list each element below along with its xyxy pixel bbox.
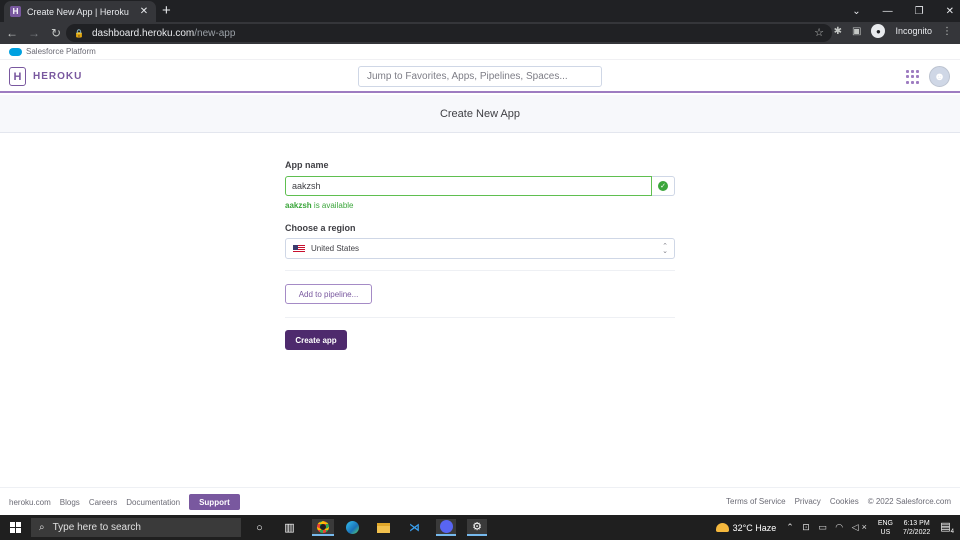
salesforce-cloud-icon <box>9 47 22 56</box>
tray-icons[interactable]: ⌃ ⊡ ▭ ◠ ◁× <box>786 522 870 533</box>
discord-icon[interactable] <box>436 519 456 536</box>
settings-gear-icon[interactable]: ⚙ <box>467 519 487 536</box>
haze-weather-icon <box>715 523 729 532</box>
divider <box>285 270 675 271</box>
page-title: Create New App <box>439 107 521 120</box>
back-icon[interactable]: ← <box>2 26 22 40</box>
forward-icon[interactable]: → <box>24 26 44 40</box>
vscode-icon[interactable]: ⋊ <box>406 519 423 536</box>
apps-grid-icon[interactable] <box>906 70 920 84</box>
minimize-icon[interactable]: — <box>883 6 893 17</box>
app-name-input[interactable] <box>285 176 652 196</box>
footer-link-careers[interactable]: Careers <box>89 498 117 507</box>
footer-link-cookies[interactable]: Cookies <box>830 497 859 506</box>
url-path: /new-app <box>194 27 236 39</box>
user-avatar[interactable]: ☻ <box>929 66 950 87</box>
url-host: dashboard.heroku.com <box>91 27 195 39</box>
footer-link-privacy[interactable]: Privacy <box>795 497 821 506</box>
footer-left-links: heroku.com Blogs Careers Documentation S… <box>9 494 240 510</box>
incognito-label[interactable]: Incognito <box>895 26 932 36</box>
windows-start-icon[interactable] <box>10 522 21 533</box>
clock-date: 7/2/2022 <box>903 528 931 536</box>
lang-bottom: US <box>880 528 891 536</box>
chrome-icon[interactable] <box>312 519 334 536</box>
lock-icon[interactable]: 🔒 <box>74 29 84 38</box>
side-panel-icon[interactable]: ▣ <box>852 26 861 37</box>
tab-search-icon[interactable]: ⌄ <box>852 6 860 17</box>
new-tab-icon[interactable]: + <box>162 2 171 20</box>
close-window-icon[interactable]: ✕ <box>946 6 954 17</box>
region-label: Choose a region <box>285 223 356 233</box>
app-name-label: App name <box>285 160 329 170</box>
region-select[interactable]: United States ⌃ ⌄ <box>285 238 675 259</box>
page-title-band: Create New App <box>0 95 960 133</box>
support-button[interactable]: Support <box>189 494 240 510</box>
window-controls: ⌄ — ❐ ✕ <box>852 0 954 22</box>
region-value: United States <box>311 244 360 253</box>
address-bar[interactable]: 🔒 dashboard.heroku.com/new-app ☆ <box>66 24 832 42</box>
jump-search-input[interactable] <box>358 66 602 87</box>
incognito-icon[interactable]: ● <box>871 24 886 38</box>
create-app-button[interactable]: Create app <box>285 330 347 350</box>
available-app-name: aakzsh <box>285 201 312 210</box>
add-to-pipeline-button[interactable]: Add to pipeline... <box>285 284 372 304</box>
footer-copyright[interactable]: © 2022 Salesforce.com <box>868 497 951 506</box>
notification-count: 4 <box>950 529 954 536</box>
edge-icon[interactable] <box>344 519 361 536</box>
clock[interactable]: 6:13 PM 7/2/2022 <box>903 519 930 537</box>
availability-indicator: ✓ <box>652 176 675 196</box>
footer-link-documentation[interactable]: Documentation <box>126 498 180 507</box>
taskbar-search[interactable]: ⌕ Type here to search <box>31 518 241 537</box>
notifications-icon[interactable]: ▤4 <box>940 520 954 535</box>
select-updown-icon: ⌃ ⌄ <box>662 243 668 255</box>
toolbar-right: ✱ ▣ ● Incognito ⋮ <box>834 24 952 38</box>
heroku-header: H HEROKU ☻ <box>0 60 960 93</box>
heroku-logo-text[interactable]: HEROKU <box>33 71 82 82</box>
browser-tab[interactable]: H Create New App | Heroku ✕ <box>4 1 156 22</box>
footer-right-links: Terms of Service Privacy Cookies © 2022 … <box>726 497 951 506</box>
available-text: is available <box>311 201 354 210</box>
heroku-logo-icon[interactable]: H <box>9 67 26 86</box>
search-icon: ⌕ <box>39 522 45 533</box>
cortana-icon[interactable]: ○ <box>251 519 268 536</box>
language-indicator[interactable]: ENG US <box>878 519 893 537</box>
availability-message: aakzsh is available <box>285 201 354 210</box>
lang-top: ENG <box>877 519 893 527</box>
restore-icon[interactable]: ❐ <box>915 6 924 17</box>
footer-link-blogs[interactable]: Blogs <box>60 498 80 507</box>
footer-link-terms[interactable]: Terms of Service <box>726 497 786 506</box>
heroku-favicon-icon: H <box>10 6 21 17</box>
close-tab-icon[interactable]: ✕ <box>138 6 150 17</box>
system-tray: 32°C Haze ⌃ ⊡ ▭ ◠ ◁× ENG US 6:13 PM 7/2/… <box>715 515 954 540</box>
task-view-icon[interactable]: ▥ <box>281 519 298 536</box>
weather-text: 32°C Haze <box>732 522 777 533</box>
browser-toolbar: ← → ↻ 🔒 dashboard.heroku.com/new-app ☆ ✱… <box>0 22 960 44</box>
salesforce-platform-label[interactable]: Salesforce Platform <box>26 47 96 56</box>
footer-link-heroku[interactable]: heroku.com <box>9 498 51 507</box>
extensions-icon[interactable]: ✱ <box>834 26 842 37</box>
menu-kebab-icon[interactable]: ⋮ <box>942 26 952 37</box>
divider <box>285 317 675 318</box>
page-footer: heroku.com Blogs Careers Documentation S… <box>0 487 960 515</box>
weather-widget[interactable]: 32°C Haze <box>715 522 777 533</box>
clock-time: 6:13 PM <box>903 519 930 527</box>
bookmark-star-icon[interactable]: ☆ <box>814 26 824 39</box>
browser-tab-bar: H Create New App | Heroku ✕ + ⌄ — ❐ ✕ <box>0 0 960 22</box>
taskbar-search-text: Type here to search <box>52 522 141 533</box>
salesforce-bar: Salesforce Platform <box>0 44 960 60</box>
reload-icon[interactable]: ↻ <box>46 26 66 40</box>
tab-title: Create New App | Heroku <box>27 6 129 17</box>
file-explorer-icon[interactable] <box>375 519 392 536</box>
us-flag-icon <box>293 244 305 253</box>
windows-taskbar: ⌕ Type here to search ○ ▥ ⋊ ⚙ 32°C Haze … <box>0 515 960 540</box>
check-circle-icon: ✓ <box>658 181 668 191</box>
